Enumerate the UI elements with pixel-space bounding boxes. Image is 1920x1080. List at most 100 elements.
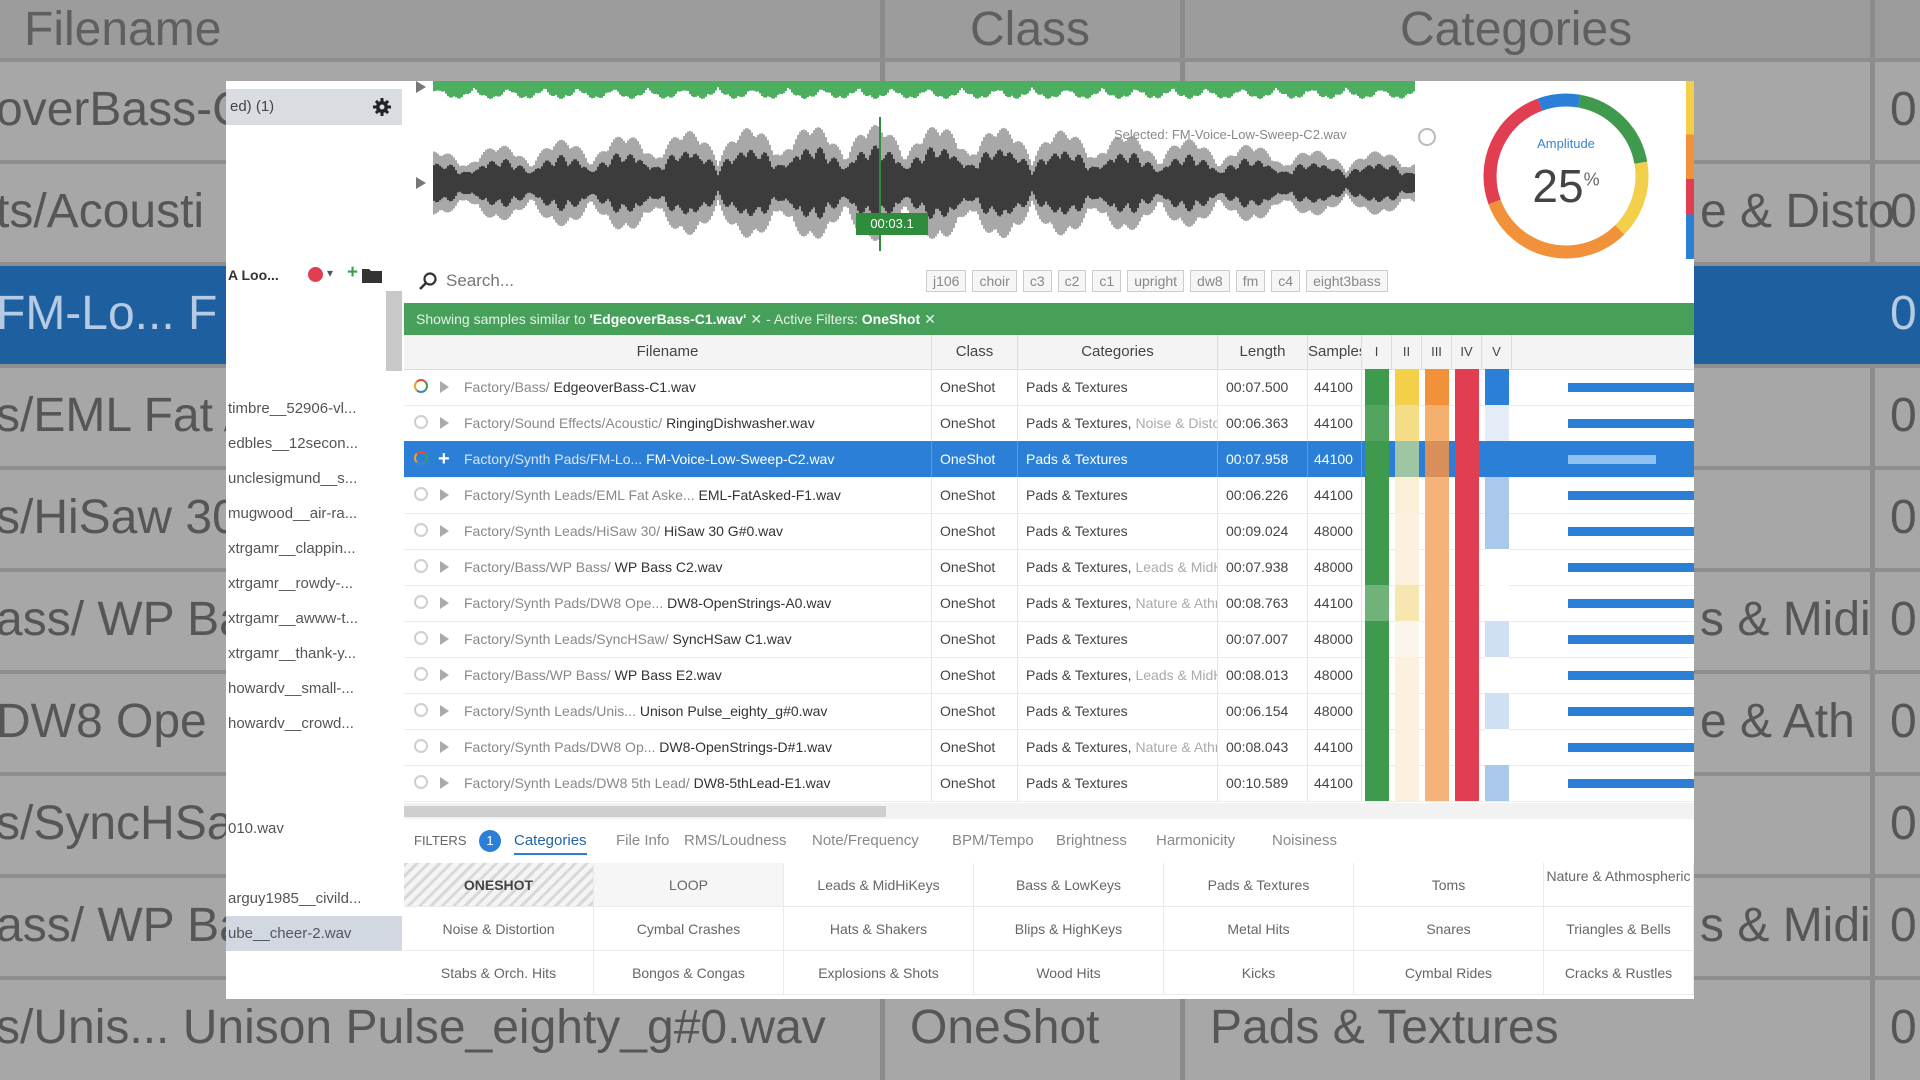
category-button[interactable]: Explosions & Shots — [784, 951, 974, 995]
waveform-graphic[interactable] — [404, 81, 1454, 259]
tab-note-frequency[interactable]: Note/Frequency — [812, 819, 919, 863]
table-row[interactable]: Factory/Synth Leads/Unis... Unison Pulse… — [404, 693, 1694, 730]
play-icon[interactable] — [440, 597, 449, 609]
search-tag[interactable]: c4 — [1271, 270, 1301, 292]
header-categories[interactable]: Categories — [1018, 335, 1218, 369]
scrollbar-thumb[interactable] — [404, 806, 886, 817]
play-icon[interactable] — [440, 669, 449, 681]
waveform-panel[interactable]: Selected: FM-Voice-Low-Sweep-C2.wav 00:0… — [404, 81, 1454, 259]
similarity-icon[interactable] — [414, 595, 428, 609]
clear-similarity-icon[interactable]: ✕ — [750, 311, 762, 327]
left-panel-scrollbar[interactable] — [386, 291, 402, 371]
similarity-icon[interactable] — [414, 739, 428, 753]
collection-header[interactable]: ed) (1) — [226, 89, 402, 125]
play-icon[interactable] — [440, 381, 449, 393]
list-item[interactable]: 010.wav — [226, 811, 402, 846]
category-button[interactable]: Leads & MidHiKeys — [784, 863, 974, 907]
gear-icon[interactable] — [372, 97, 392, 117]
tab-file-info[interactable]: File Info — [616, 819, 669, 863]
category-button[interactable]: Cracks & Rustles — [1544, 951, 1694, 995]
table-row[interactable]: Factory/Synth Leads/HiSaw 30/ HiSaw 30 G… — [404, 513, 1694, 550]
list-item[interactable]: mugwood__air-ra... — [226, 496, 402, 531]
category-button[interactable]: Hats & Shakers — [784, 907, 974, 951]
header-length[interactable]: Length — [1218, 335, 1308, 369]
play-icon[interactable] — [440, 417, 449, 429]
search-tag[interactable]: eight3bass — [1306, 270, 1388, 292]
filename-cell[interactable]: Factory/Synth Leads/Unis... Unison Pulse… — [404, 693, 932, 729]
category-button[interactable]: Stabs & Orch. Hits — [404, 951, 594, 995]
list-item[interactable]: xtrgamr__rowdy-... — [226, 566, 402, 601]
category-button[interactable]: Pads & Textures — [1164, 863, 1354, 907]
list-item[interactable]: howardv__crowd... — [226, 706, 402, 741]
similarity-icon[interactable] — [414, 415, 428, 429]
table-row[interactable]: Factory/Bass/ EdgeoverBass-C1.wav OneShot… — [404, 369, 1694, 406]
header-band-5[interactable]: V — [1482, 335, 1512, 369]
header-band-3[interactable]: III — [1422, 335, 1452, 369]
search-tag[interactable]: fm — [1235, 270, 1266, 292]
category-button[interactable]: Nature & Athmospheric — [1544, 863, 1694, 907]
similarity-icon[interactable] — [414, 523, 428, 537]
chevron-down-icon[interactable]: ▾ — [327, 266, 333, 280]
category-button[interactable]: Kicks — [1164, 951, 1354, 995]
list-item[interactable] — [226, 776, 402, 811]
category-button[interactable]: Metal Hits — [1164, 907, 1354, 951]
filename-cell[interactable]: Factory/Synth Pads/DW8 Op... DW8-OpenStr… — [404, 729, 932, 765]
tab-noisiness[interactable]: Noisiness — [1272, 819, 1337, 863]
horizontal-scrollbar[interactable] — [404, 803, 1694, 819]
filename-cell[interactable]: Factory/Bass/ EdgeoverBass-C1.wav — [404, 369, 932, 405]
play-icon[interactable] — [440, 561, 449, 573]
search-tag[interactable]: dw8 — [1190, 270, 1230, 292]
play-icon[interactable] — [440, 633, 449, 645]
category-button[interactable]: Snares — [1354, 907, 1544, 951]
filename-cell[interactable]: Factory/Bass/WP Bass/ WP Bass C2.wav — [404, 549, 932, 585]
table-row[interactable]: Factory/Synth Leads/EML Fat Aske... EML-… — [404, 477, 1694, 514]
list-item[interactable]: timbre__52906-vl... — [226, 391, 402, 426]
search-input[interactable] — [444, 267, 848, 295]
similarity-icon[interactable] — [414, 379, 428, 393]
play-icon[interactable] — [440, 777, 449, 789]
table-row[interactable]: Factory/Synth Pads/DW8 Op... DW8-OpenStr… — [404, 729, 1694, 766]
tab-bpm-tempo[interactable]: BPM/Tempo — [952, 819, 1034, 863]
tab-harmonicity[interactable]: Harmonicity — [1156, 819, 1235, 863]
header-band-4[interactable]: IV — [1452, 335, 1482, 369]
search-tag[interactable]: choir — [972, 270, 1017, 292]
add-icon[interactable]: + — [438, 441, 450, 477]
category-button[interactable]: ONESHOT — [404, 863, 594, 907]
list-item[interactable]: xtrgamr__awww-t... — [226, 601, 402, 636]
circle-icon[interactable] — [1418, 128, 1436, 146]
play-icon[interactable] — [440, 741, 449, 753]
play-icon[interactable] — [440, 705, 449, 717]
similarity-icon[interactable] — [414, 487, 428, 501]
header-band-2[interactable]: II — [1392, 335, 1422, 369]
header-band-1[interactable]: I — [1362, 335, 1392, 369]
list-item[interactable]: xtrgamr__clappin... — [226, 531, 402, 566]
category-button[interactable]: LOOP — [594, 863, 784, 907]
search-tag[interactable]: upright — [1127, 270, 1185, 292]
category-button[interactable]: Bongos & Congas — [594, 951, 784, 995]
list-item[interactable] — [226, 846, 402, 881]
filename-cell[interactable]: Factory/Bass/WP Bass/ WP Bass E2.wav — [404, 657, 932, 693]
similarity-icon[interactable] — [414, 631, 428, 645]
table-row[interactable]: Factory/Bass/WP Bass/ WP Bass C2.wav OneS… — [404, 549, 1694, 586]
category-button[interactable]: Blips & HighKeys — [974, 907, 1164, 951]
list-item[interactable]: xtrgamr__thank-y... — [226, 636, 402, 671]
list-item[interactable]: howardv__small-... — [226, 671, 402, 706]
filename-cell[interactable]: Factory/Synth Leads/DW8 5th Lead/ DW8-5t… — [404, 765, 932, 801]
similarity-icon[interactable] — [414, 451, 428, 465]
category-button[interactable]: Triangles & Bells — [1544, 907, 1694, 951]
similarity-icon[interactable] — [414, 667, 428, 681]
list-item[interactable]: ube__cheer-2.wav — [226, 916, 402, 951]
table-row[interactable]: Factory/Sound Effects/Acoustic/ RingingD… — [404, 405, 1694, 442]
header-class[interactable]: Class — [932, 335, 1018, 369]
play-icon[interactable] — [440, 489, 449, 501]
filename-cell[interactable]: Factory/Synth Leads/HiSaw 30/ HiSaw 30 G… — [404, 513, 932, 549]
search-tag[interactable]: j106 — [926, 270, 967, 292]
tab-categories[interactable]: Categories — [514, 819, 587, 855]
similarity-icon[interactable] — [414, 703, 428, 717]
search-tag[interactable]: c3 — [1022, 270, 1052, 292]
filename-cell[interactable]: Factory/Synth Pads/DW8 Ope... DW8-OpenSt… — [404, 585, 932, 621]
list-item[interactable]: edbles__12secon... — [226, 426, 402, 461]
record-dot-icon[interactable] — [308, 267, 323, 282]
header-samplerate[interactable]: Samples — [1308, 335, 1362, 369]
table-row[interactable]: Factory/Synth Pads/DW8 Ope... DW8-OpenSt… — [404, 585, 1694, 622]
